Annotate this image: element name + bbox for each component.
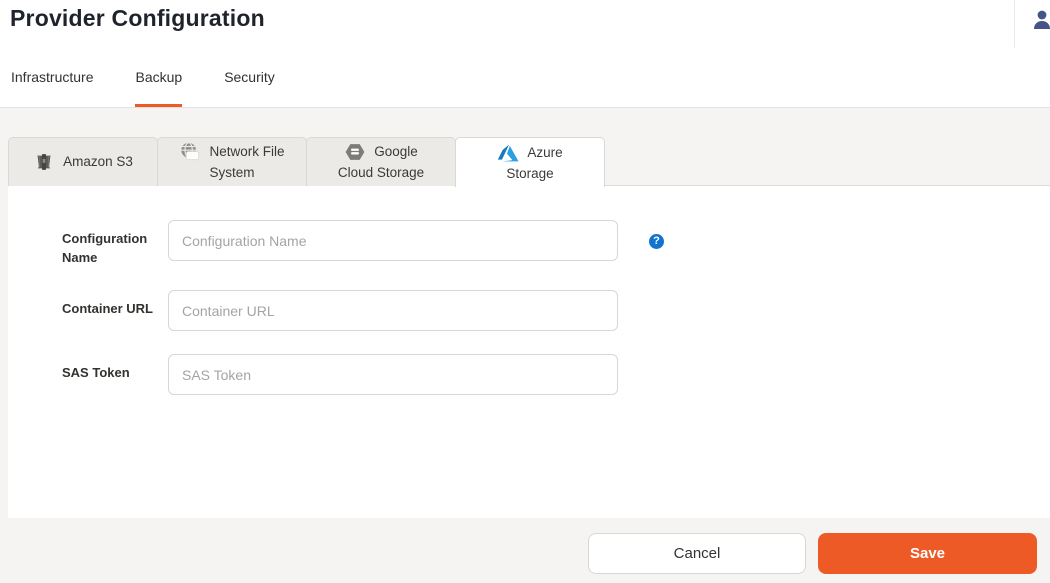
cancel-button[interactable]: Cancel	[588, 533, 806, 574]
user-icon[interactable]	[1031, 8, 1050, 32]
sas-token-label: SAS Token	[62, 354, 168, 382]
azure-storage-form-panel: Configuration Name ? Container URL SAS T…	[8, 186, 1050, 518]
provider-tab-label-line2: Storage	[506, 164, 553, 184]
form-row-container-url: Container URL	[62, 290, 1050, 331]
provider-tab-label-line2: System	[209, 163, 254, 183]
sas-token-input[interactable]	[168, 354, 618, 395]
azure-storage-icon	[497, 142, 519, 164]
provider-tab-google-cloud-storage[interactable]: Google Cloud Storage	[306, 137, 456, 186]
network-file-system-icon	[179, 141, 201, 163]
provider-tab-label-line1: Google	[374, 142, 418, 162]
provider-tab-label-line1: Amazon S3	[63, 152, 133, 172]
save-button[interactable]: Save	[818, 533, 1037, 574]
footer-action-bar: Cancel Save	[0, 518, 1050, 583]
provider-tab-azure-storage[interactable]: Azure Storage	[455, 137, 605, 187]
google-cloud-storage-icon	[344, 141, 366, 163]
page-title: Provider Configuration	[10, 5, 265, 32]
provider-tab-label-line1: Azure	[527, 143, 562, 163]
provider-tabs-area: Amazon S3 Network File	[8, 137, 1050, 518]
container-url-input[interactable]	[168, 290, 618, 331]
provider-tab-label-line2: Cloud Storage	[338, 163, 424, 183]
configuration-name-label: Configuration Name	[62, 220, 168, 267]
nav-tab-backup[interactable]: Backup	[135, 69, 182, 107]
provider-tab-network-file-system[interactable]: Network File System	[157, 137, 307, 186]
header: Provider Configuration Infrastructure Ba…	[0, 0, 1050, 108]
section-nav: Infrastructure Backup Security	[11, 69, 317, 107]
form-row-configuration-name: Configuration Name ?	[62, 220, 1050, 267]
nav-tab-security[interactable]: Security	[224, 69, 275, 107]
help-icon[interactable]: ?	[649, 234, 664, 249]
container-url-label: Container URL	[62, 290, 168, 318]
header-divider	[1014, 0, 1015, 48]
nav-tab-infrastructure[interactable]: Infrastructure	[11, 69, 93, 107]
provider-tab-label-line1: Network File	[209, 142, 284, 162]
provider-tab-row: Amazon S3 Network File	[8, 137, 1050, 186]
form-row-sas-token: SAS Token	[62, 354, 1050, 395]
provider-configuration-page: Provider Configuration Infrastructure Ba…	[0, 0, 1050, 583]
amazon-s3-icon	[33, 151, 55, 173]
configuration-name-input[interactable]	[168, 220, 618, 261]
provider-tab-amazon-s3[interactable]: Amazon S3	[8, 137, 158, 186]
